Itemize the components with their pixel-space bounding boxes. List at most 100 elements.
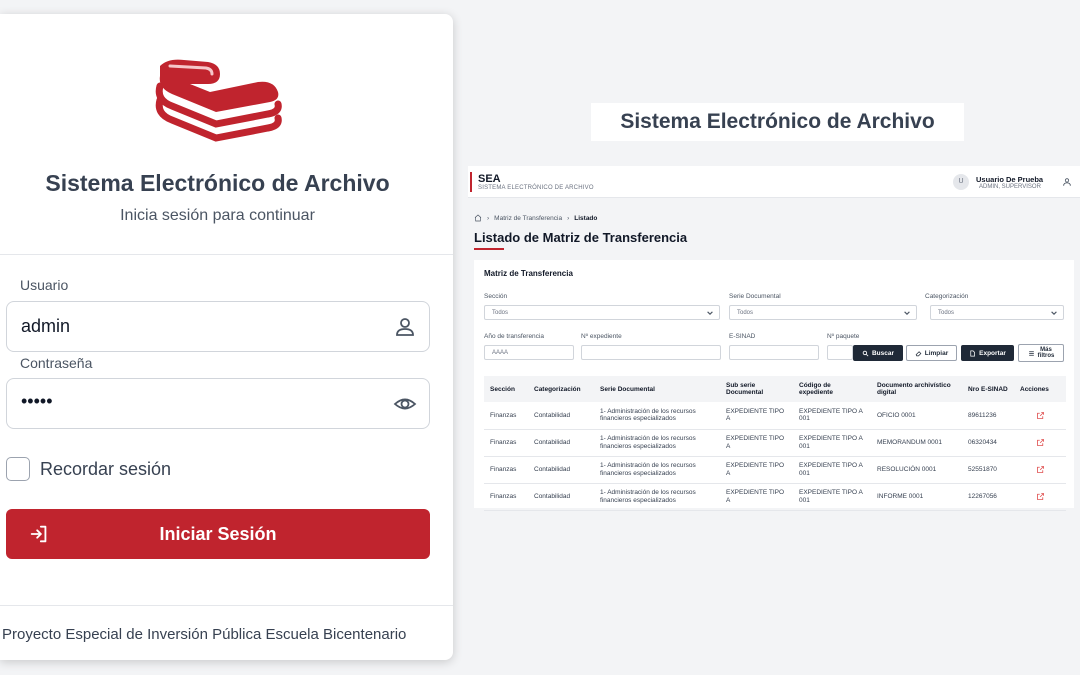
filter-lines-icon [1028, 350, 1034, 356]
anio-input[interactable]: AAAA [484, 345, 574, 360]
chevron-right-icon: › [567, 214, 570, 222]
clear-button-label: Limpiar [924, 349, 949, 357]
home-icon[interactable] [474, 214, 482, 222]
remember-label: Recordar sesión [40, 458, 172, 479]
export-button-label: Exportar [979, 349, 1006, 357]
file-icon [970, 350, 976, 356]
filter-panel: Matriz de Transferencia Sección Todos Se… [474, 260, 1074, 511]
footer-text: Proyecto Especial de Inversión Pública E… [2, 626, 407, 643]
table-cell: INFORME 0001 [871, 483, 962, 511]
table-cell: EXPEDIENTE TIPO A [720, 456, 793, 484]
esinad-label: E-SINAD [729, 333, 756, 340]
login-button-label: Iniciar Sesión [159, 524, 277, 544]
serie-label: Serie Documental [729, 293, 781, 300]
categ-value: Todos [938, 310, 955, 316]
eraser-icon [915, 350, 922, 356]
categ-select[interactable]: Todos [930, 305, 1064, 320]
table-cell: Finanzas [484, 402, 528, 430]
user-role: ADMIN, SUPERVISOR [979, 184, 1041, 190]
eye-icon[interactable] [393, 392, 417, 416]
column-header: Acciones [1014, 376, 1066, 402]
serie-value: Todos [737, 310, 754, 316]
password-value: ••••• [21, 391, 53, 411]
paquete-input[interactable] [827, 345, 853, 360]
table-cell: 1- Administración de los recursos financ… [594, 456, 720, 484]
table-cell: MEMORANDUM 0001 [871, 429, 962, 457]
seccion-select[interactable]: Todos [484, 305, 720, 320]
breadcrumb-current: Listado [574, 214, 598, 222]
password-input[interactable]: ••••• [6, 378, 430, 429]
external-link-icon[interactable] [1036, 438, 1045, 447]
transfer-table: Sección Categorización Serie Documental … [484, 376, 1066, 511]
seccion-label: Sección [484, 293, 508, 300]
divider [0, 254, 453, 255]
title-underline [474, 248, 504, 250]
sea-logo-icon [155, 59, 282, 142]
brand-subtitle: SISTEMA ELECTRÓNICO DE ARCHIVO [478, 185, 594, 191]
remember-session[interactable]: Recordar sesión [6, 457, 171, 481]
chevron-down-icon [1051, 311, 1057, 315]
external-link-icon[interactable] [1036, 492, 1045, 501]
table-cell: EXPEDIENTE TIPO A 001 [793, 483, 871, 511]
brand-name[interactable]: SEA [478, 173, 501, 185]
search-button-label: Buscar [871, 349, 895, 357]
username-input[interactable]: admin [6, 301, 430, 352]
table-cell: 1- Administración de los recursos financ… [594, 429, 720, 457]
more-filters-label-2: filtros [1037, 353, 1055, 359]
seccion-value: Todos [492, 310, 509, 316]
table-header-row: Sección Categorización Serie Documental … [484, 376, 1066, 402]
categ-label: Categorización [925, 293, 969, 300]
search-button[interactable]: Buscar [853, 345, 903, 361]
remember-checkbox[interactable] [6, 457, 30, 481]
user-name: Usuario De Prueba [976, 175, 1044, 184]
export-button[interactable]: Exportar [961, 345, 1014, 361]
panel-title: Matriz de Transferencia [484, 269, 573, 278]
login-button[interactable]: Iniciar Sesión [6, 509, 430, 559]
divider [0, 605, 453, 606]
column-header[interactable]: Categorización [528, 376, 594, 402]
table-row[interactable]: Finanzas Contabilidad 1- Administración … [484, 429, 1066, 457]
table-cell: EXPEDIENTE TIPO A 001 [793, 456, 871, 484]
table-cell: RESOLUCIÓN 0001 [871, 456, 962, 484]
column-header[interactable]: Sub serie Documental [720, 376, 793, 402]
showcase-title: Sistema Electrónico de Archivo [591, 103, 964, 141]
paquete-label: Nº paquete [827, 333, 860, 340]
expediente-input[interactable] [581, 345, 721, 360]
anio-placeholder: AAAA [492, 350, 509, 356]
column-header[interactable]: Código de expediente [793, 376, 871, 402]
more-filters-label: Más filtros [1038, 347, 1055, 360]
table-row[interactable]: Finanzas Contabilidad 1- Administración … [484, 456, 1066, 484]
username-value: admin [21, 316, 71, 336]
serie-select[interactable]: Todos [729, 305, 917, 320]
external-link-icon[interactable] [1036, 411, 1045, 420]
chevron-down-icon [904, 311, 910, 315]
avatar[interactable]: U [953, 174, 969, 190]
table-row[interactable]: Finanzas Contabilidad 1- Administración … [484, 402, 1066, 430]
table-cell: EXPEDIENTE TIPO A [720, 429, 793, 457]
user-menu-icon[interactable] [1062, 177, 1072, 187]
clear-button[interactable]: Limpiar [906, 345, 957, 361]
actions-cell [1014, 429, 1066, 457]
app-header: SEA SISTEMA ELECTRÓNICO DE ARCHIVO U Usu… [468, 166, 1080, 198]
column-header[interactable]: Nro E-SINAD [962, 376, 1014, 402]
table-cell: EXPEDIENTE TIPO A [720, 483, 793, 511]
brand-bar [470, 172, 472, 192]
table-cell: Contabilidad [528, 402, 594, 430]
esinad-input[interactable] [729, 345, 819, 360]
column-header[interactable]: Serie Documental [594, 376, 720, 402]
table-cell: 52551870 [962, 456, 1014, 484]
table-cell: Finanzas [484, 456, 528, 484]
column-header[interactable]: Documento archivístico digital [871, 376, 962, 402]
column-header[interactable]: Sección [484, 376, 528, 402]
table-row[interactable]: Finanzas Contabilidad 1- Administración … [484, 483, 1066, 511]
table-cell: Contabilidad [528, 429, 594, 457]
breadcrumb-item[interactable]: Matriz de Transferencia [494, 215, 562, 222]
more-filters-button[interactable]: Más filtros [1018, 344, 1064, 362]
table-cell: EXPEDIENTE TIPO A 001 [793, 429, 871, 457]
actions-cell [1014, 402, 1066, 430]
table-cell: OFICIO 0001 [871, 402, 962, 430]
table-cell: Finanzas [484, 483, 528, 511]
table-cell: 06320434 [962, 429, 1014, 457]
table-cell: EXPEDIENTE TIPO A 001 [793, 402, 871, 430]
external-link-icon[interactable] [1036, 465, 1045, 474]
